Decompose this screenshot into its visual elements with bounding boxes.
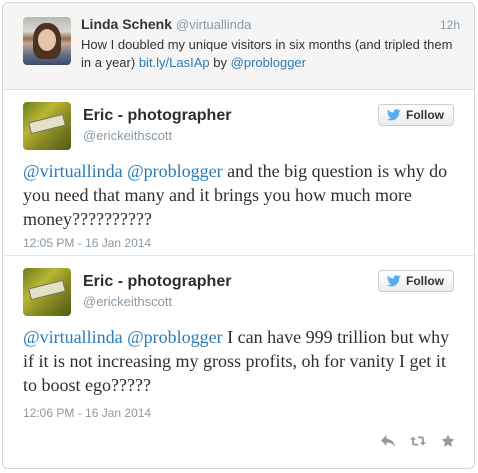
- parent-mention-link[interactable]: @problogger: [231, 55, 306, 70]
- follow-label: Follow: [406, 274, 444, 288]
- retweet-icon[interactable]: [410, 434, 426, 448]
- parent-author-handle[interactable]: @virtuallinda: [176, 17, 251, 32]
- parent-author[interactable]: Linda Schenk @virtuallinda: [81, 16, 251, 32]
- reply-icon[interactable]: [380, 434, 396, 448]
- avatar[interactable]: [23, 102, 71, 150]
- parent-timestamp[interactable]: 12h: [440, 18, 460, 32]
- avatar-face: [38, 29, 56, 51]
- avatar-sign: [28, 279, 66, 301]
- follow-button[interactable]: Follow: [378, 104, 454, 126]
- author-name[interactable]: Eric - photographer: [83, 273, 231, 291]
- parent-by-word: by: [213, 55, 228, 70]
- follow-button[interactable]: Follow: [378, 270, 454, 292]
- twitter-bird-icon: [387, 275, 401, 287]
- avatar-sign: [28, 113, 66, 135]
- author-handle[interactable]: @erickeithscott: [83, 128, 172, 143]
- avatar[interactable]: [23, 268, 71, 316]
- parent-author-name[interactable]: Linda Schenk: [81, 16, 172, 32]
- tweet-actions: [380, 434, 456, 448]
- star-icon[interactable]: [440, 434, 456, 448]
- tweet-timestamp[interactable]: 12:06 PM - 16 Jan 2014: [23, 406, 151, 420]
- parent-link[interactable]: bit.ly/LasIAp: [139, 55, 210, 70]
- twitter-bird-icon: [387, 109, 401, 121]
- tweet-text: @virtuallinda @problogger I can have 999…: [23, 325, 463, 397]
- parent-tweet-text: How I doubled my unique visitors in six …: [81, 36, 461, 72]
- tweet-conversation-embed: Linda Schenk @virtuallinda 12h How I doub…: [2, 2, 475, 469]
- tweet-text: @virtuallinda @problogger and the big qu…: [23, 159, 463, 231]
- reply-tweet-2: Eric - photographer @erickeithscott Foll…: [3, 256, 474, 426]
- mention-link[interactable]: @problogger: [127, 327, 223, 347]
- author-name[interactable]: Eric - photographer: [83, 107, 231, 125]
- mention-link[interactable]: @virtuallinda: [23, 327, 123, 347]
- tweet-timestamp[interactable]: 12:05 PM - 16 Jan 2014: [23, 236, 151, 250]
- avatar[interactable]: [23, 17, 71, 65]
- reply-tweet-1: Eric - photographer @erickeithscott Foll…: [3, 90, 474, 256]
- author-handle[interactable]: @erickeithscott: [83, 294, 172, 309]
- mention-link[interactable]: @virtuallinda: [23, 161, 123, 181]
- mention-link[interactable]: @problogger: [127, 161, 223, 181]
- parent-tweet[interactable]: Linda Schenk @virtuallinda 12h How I doub…: [3, 3, 474, 90]
- follow-label: Follow: [406, 108, 444, 122]
